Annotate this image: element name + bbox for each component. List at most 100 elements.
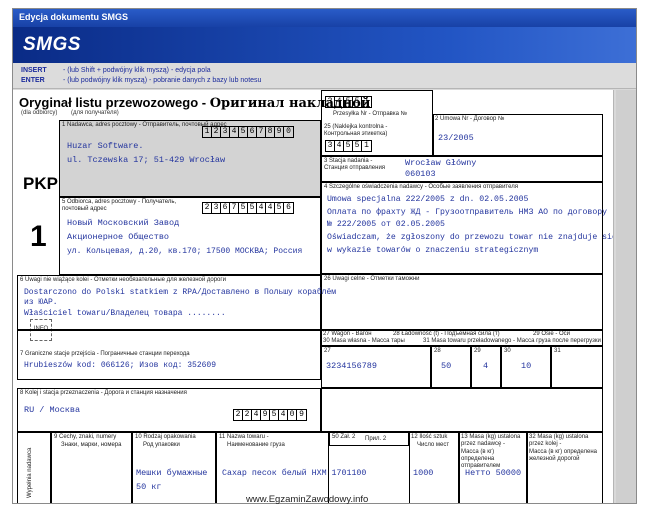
field-27-label: 27 Wagon - Вагон — [323, 331, 372, 337]
field-32-label-ru: Масса (в кг) определена железной дорогой — [529, 449, 597, 462]
field-12-label: 12 Ilość sztuk — [411, 434, 448, 440]
statement-line-5[interactable]: w wykazie towarów o znaczeniu strategicz… — [327, 245, 538, 256]
digit-cell: 4 — [335, 141, 344, 151]
enter-key: ENTER — [21, 77, 45, 84]
shipment-number-digits: 34551 — [325, 96, 372, 108]
departure-station-name[interactable]: Wrocław Główny — [405, 158, 476, 169]
shipment-number-label: Przesyłka Nr - Отправка № — [333, 111, 408, 117]
field-9-label: 9 Cechy, znaki, numery — [54, 434, 117, 440]
col-28-head: 28 — [434, 348, 441, 354]
departure-station-code[interactable]: 060103 — [405, 169, 436, 180]
control-label-digits: 34551 — [325, 140, 372, 152]
sender-address[interactable]: ul. Tczewska 17; 51-429 Wrocław — [67, 155, 225, 166]
field-30-label: 30 Masa własna - Масса тары — [323, 338, 405, 344]
field-25-label: 25 (Naklejka kontrolna - Контрольная эти… — [324, 124, 388, 137]
sender-name[interactable]: Huzar Software. — [67, 141, 144, 152]
wagon-number[interactable]: 3234156789 — [326, 361, 377, 372]
field-6-label: 6 Uwagi nie wiążące kolei - Отметки необ… — [20, 277, 226, 283]
field-32-label: 32 Masa (kg) ustalona przez kolej - — [529, 434, 589, 447]
side-note: Wypełnia nadawca — [27, 447, 33, 498]
remarks-line-3[interactable]: Właściciel towaru/Владелец товара ......… — [24, 308, 226, 319]
heading-polish: Oryginał listu przewozowego - — [19, 95, 207, 110]
net-mass-value[interactable]: Нетто 50000 — [465, 468, 521, 479]
digit-cell: 5 — [275, 203, 284, 213]
pieces-value[interactable]: 1000 — [413, 468, 433, 479]
smgs-banner: SMGS — [13, 27, 636, 63]
statement-line-2[interactable]: Оплата по фрахту ЖД - Грузоотправитель Н… — [327, 207, 607, 218]
digit-cell: 4 — [230, 127, 239, 137]
destination-code-digits: 22495409 — [233, 409, 307, 421]
sender-code-digits: 1234567890 — [202, 126, 294, 138]
capacity-value[interactable]: 50 — [441, 361, 451, 372]
recipient-line-3[interactable]: ул. Кольцевая, д.20, кв.170; 17500 МОСКВ… — [67, 246, 302, 257]
document-heading: Oryginał listu przewozowego - Оригинал н… — [19, 95, 370, 111]
insert-hint-text: - (lub Shift + podwójny klik myszą) - ed… — [63, 67, 211, 74]
packaging-weight[interactable]: 50 кг — [136, 482, 162, 493]
digit-cell: 5 — [248, 203, 257, 213]
vertical-scrollbar[interactable] — [616, 90, 636, 503]
digit-cell: 4 — [335, 97, 344, 107]
digit-cell: 1 — [364, 141, 369, 150]
digit-cell: 6 — [221, 203, 230, 213]
field-7-label: 7 Graniczne stacje przejścia - Пограничн… — [20, 351, 190, 357]
heading-sub-left: (dla odbiorcy) — [21, 110, 58, 116]
field-3-label: 3 Stacja nadania - Станция отправления — [324, 158, 386, 171]
field-2-label: 2 Umowa Nr - Договор № — [435, 116, 505, 122]
digit-cell: 6 — [286, 203, 291, 212]
digit-cell: 0 — [286, 127, 291, 136]
col-31-head: 31 — [554, 348, 561, 354]
packaging-type[interactable]: Мешки бумажные — [136, 468, 207, 479]
digit-cell: 5 — [270, 410, 279, 420]
digit-cell: 9 — [261, 410, 270, 420]
smgs-logo: SMGS — [23, 34, 81, 55]
digit-cell: 2 — [234, 410, 243, 420]
digit-cell: 2 — [203, 203, 212, 213]
digit-cell: 5 — [353, 141, 362, 151]
heading-sub-right: (для получателя) — [71, 110, 119, 116]
side-note-cell — [17, 432, 51, 503]
contract-number[interactable]: 23/2005 — [438, 133, 474, 144]
goods-name-value[interactable]: Сахар песок белый НХМ 1701100 — [222, 468, 366, 479]
digit-cell: 5 — [344, 97, 353, 107]
hint-enter: ENTER - (lub podwójny klik myszą) - pobra… — [21, 76, 628, 86]
digit-cell: 3 — [221, 127, 230, 137]
recipient-line-1[interactable]: Новый Московский Завод — [67, 218, 179, 229]
statement-line-1[interactable]: Umowa specjalna 222/2005 z dn. 02.05.200… — [327, 194, 528, 205]
field-10-label-ru: Род упаковки — [143, 442, 180, 448]
digit-cell: 4 — [279, 410, 288, 420]
tare-value[interactable]: 10 — [521, 361, 531, 372]
digit-cell: 4 — [266, 203, 275, 213]
field-10-label: 10 Rodzaj opakowania — [135, 434, 196, 440]
remarks-line-1[interactable]: Dostarczono do Polski statkiem z RPA/Дос… — [24, 287, 336, 298]
digit-cell: 2 — [212, 127, 221, 137]
field-11-label-ru: Наименование груза — [227, 442, 285, 448]
col-29-head: 29 — [474, 348, 481, 354]
field-12-label-ru: Число мест — [417, 442, 450, 448]
recipient-line-2[interactable]: Акционерное Общество — [67, 232, 169, 243]
destination-value[interactable]: RU / Москва — [24, 405, 80, 416]
digit-cell: 4 — [252, 410, 261, 420]
window-title: Edycja dokumentu SMGS — [13, 9, 636, 27]
border-stations-value[interactable]: Hrubieszów kod: 066126; Изов код: 352609 — [24, 360, 216, 371]
digit-cell: 9 — [275, 127, 284, 137]
digit-cell: 3 — [326, 97, 335, 107]
pkp-mark: PKP — [23, 174, 58, 193]
digit-cell: 4 — [257, 203, 266, 213]
axles-value[interactable]: 4 — [483, 361, 488, 372]
digit-cell: 3 — [212, 203, 221, 213]
field-50-label-ru: Прил. 2 — [365, 436, 387, 442]
col-27-head: 27 — [324, 348, 331, 354]
digit-cell: 5 — [239, 203, 248, 213]
statement-line-4[interactable]: Oświadczam, że zgłoszony do przewozu tow… — [327, 232, 613, 243]
digit-cell: 0 — [288, 410, 297, 420]
waybill-document: Oryginał listu przewozowego - Оригинал н… — [13, 90, 614, 503]
field-11-label: 11 Nazwa towaru - — [219, 434, 269, 440]
digit-cell: 5 — [344, 141, 353, 151]
remarks-line-2[interactable]: из ЮАР. — [24, 297, 58, 308]
digit-cell: 3 — [326, 141, 335, 151]
field-13-label: 13 Masa (kg) ustalona przez nadawcę - — [461, 434, 521, 447]
digit-cell: 9 — [299, 410, 304, 419]
digit-cell: 8 — [266, 127, 275, 137]
statement-line-3[interactable]: № 222/2005 от 02.05.2005 — [327, 219, 445, 230]
field-29-label: 29 Osie - Оси — [533, 331, 571, 337]
